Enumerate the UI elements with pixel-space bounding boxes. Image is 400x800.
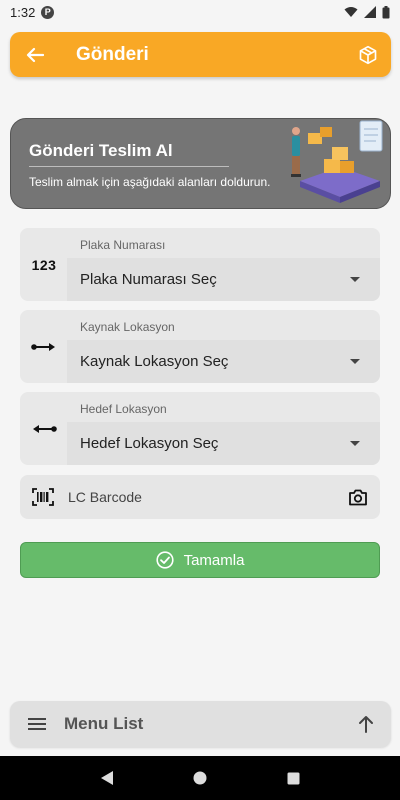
source-location-value: Kaynak Lokasyon Seç [80,353,229,370]
menu-list-label: Menu List [64,714,144,733]
notification-icon: P [41,5,55,19]
source-location-field: Kaynak Lokasyon Kaynak Lokasyon Seç [20,310,380,383]
camera-icon [349,489,367,505]
plate-number-value: Plaka Numarası Seç [80,271,217,288]
source-route-icon [30,336,58,358]
dropdown-caret-icon [350,359,360,364]
banner-title: Gönderi Teslim Al [29,141,173,160]
target-location-value: Hedef Lokasyon Seç [80,435,219,452]
nav-back-icon [100,771,113,785]
package-icon [359,45,377,64]
arrow-up-icon [359,716,373,733]
source-location-label: Kaynak Lokasyon [80,320,175,334]
plate-number-label: Plaka Numarası [80,238,166,252]
nav-back-button[interactable] [87,758,127,798]
package-button[interactable] [345,32,391,77]
signal-icon [364,6,376,18]
menu-icon [10,701,64,747]
plate-number-dropdown[interactable]: Plaka Numarası Seç [67,258,380,301]
page-title: Gönderi [76,43,149,65]
nav-home-icon [193,771,207,785]
check-circle-icon [155,551,174,569]
complete-button-label: Tamamla [183,551,245,569]
status-bar: 1:32 P [0,0,400,24]
plate-number-field: 123 Plaka Numarası Plaka Numarası Seç [20,228,380,301]
app-bar: Gönderi [10,32,391,77]
barcode-icon [20,475,66,519]
dropdown-caret-icon [350,441,360,446]
target-location-dropdown[interactable]: Hedef Lokasyon Seç [67,422,380,465]
numbers-icon: 123 [31,257,57,273]
wifi-icon [344,7,358,17]
source-location-dropdown[interactable]: Kaynak Lokasyon Seç [67,340,380,383]
complete-button[interactable]: Tamamla [20,542,380,578]
target-location-label: Hedef Lokasyon [80,402,167,416]
info-banner: Gönderi Teslim Al Teslim almak için aşağ… [10,118,391,209]
target-route-icon [30,418,58,440]
barcode-placeholder: LC Barcode [68,489,142,505]
nav-recents-button[interactable] [273,758,313,798]
camera-button[interactable] [336,475,380,519]
menu-list-bar[interactable]: Menu List [10,701,391,747]
dropdown-caret-icon [350,277,360,282]
back-arrow-icon [26,47,44,62]
expand-menu-button[interactable] [341,701,391,747]
back-button[interactable] [10,32,60,77]
banner-subtitle: Teslim almak için aşağıdaki alanları dol… [29,175,271,189]
system-nav-bar [0,756,400,800]
nav-home-button[interactable] [180,758,220,798]
target-location-field: Hedef Lokasyon Hedef Lokasyon Seç [20,392,380,465]
delivery-illustration-icon [291,120,383,203]
status-time: 1:32 [10,4,36,20]
barcode-input[interactable]: LC Barcode [20,475,380,519]
banner-divider [29,166,229,167]
nav-recents-icon [287,772,300,784]
battery-icon [382,5,390,18]
